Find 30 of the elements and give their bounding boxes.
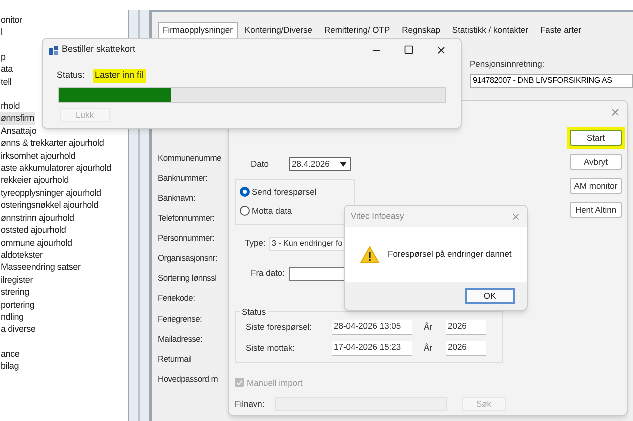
status-label: Siste forespørsel: (246, 320, 314, 334)
dialog-title: Vitec Infoeasy (351, 210, 404, 223)
status-field: 28-04-2026 13:05 (332, 320, 412, 334)
status-value: Laster inn fil (93, 69, 146, 82)
year-label: År (424, 320, 434, 334)
field-label: Returmail (158, 352, 193, 366)
field-label: Organisasjonsnr: (158, 252, 218, 266)
type-label: Type: (245, 237, 267, 250)
field-label: Personnummer: (158, 232, 216, 246)
field-label: Banknavn: (158, 192, 196, 205)
year-field: 2026 (446, 340, 486, 356)
dialog-message: Forespørsel på endringer dannet (388, 248, 512, 261)
from-date-label: Fra dato: (251, 267, 286, 280)
field-label: Feriekode: (158, 292, 196, 306)
window-title: Bestiller skattekort (62, 43, 136, 56)
status-label: Status: (57, 69, 86, 82)
status-label: Siste mottak: (246, 342, 296, 354)
field-label: Mailadresse: (158, 332, 204, 346)
field-label: Hovedpassord m (158, 372, 220, 386)
field-label: Banknummer: (158, 172, 209, 185)
field-label: Feriegrense: (158, 312, 204, 326)
year-label: År (424, 342, 434, 354)
status-field: 17-04-2026 15:23 (332, 340, 412, 356)
pension-label: Pensjonsinnretning: (470, 58, 546, 70)
date-label: Dato (251, 158, 270, 170)
file-label: Filnavn: (235, 398, 266, 411)
field-label: Sortering lønnssl (158, 272, 218, 286)
field-label: Telefonnummer: (158, 212, 216, 226)
field-label: Kommunenumme (158, 152, 222, 165)
year-field: 2026 (446, 320, 486, 334)
